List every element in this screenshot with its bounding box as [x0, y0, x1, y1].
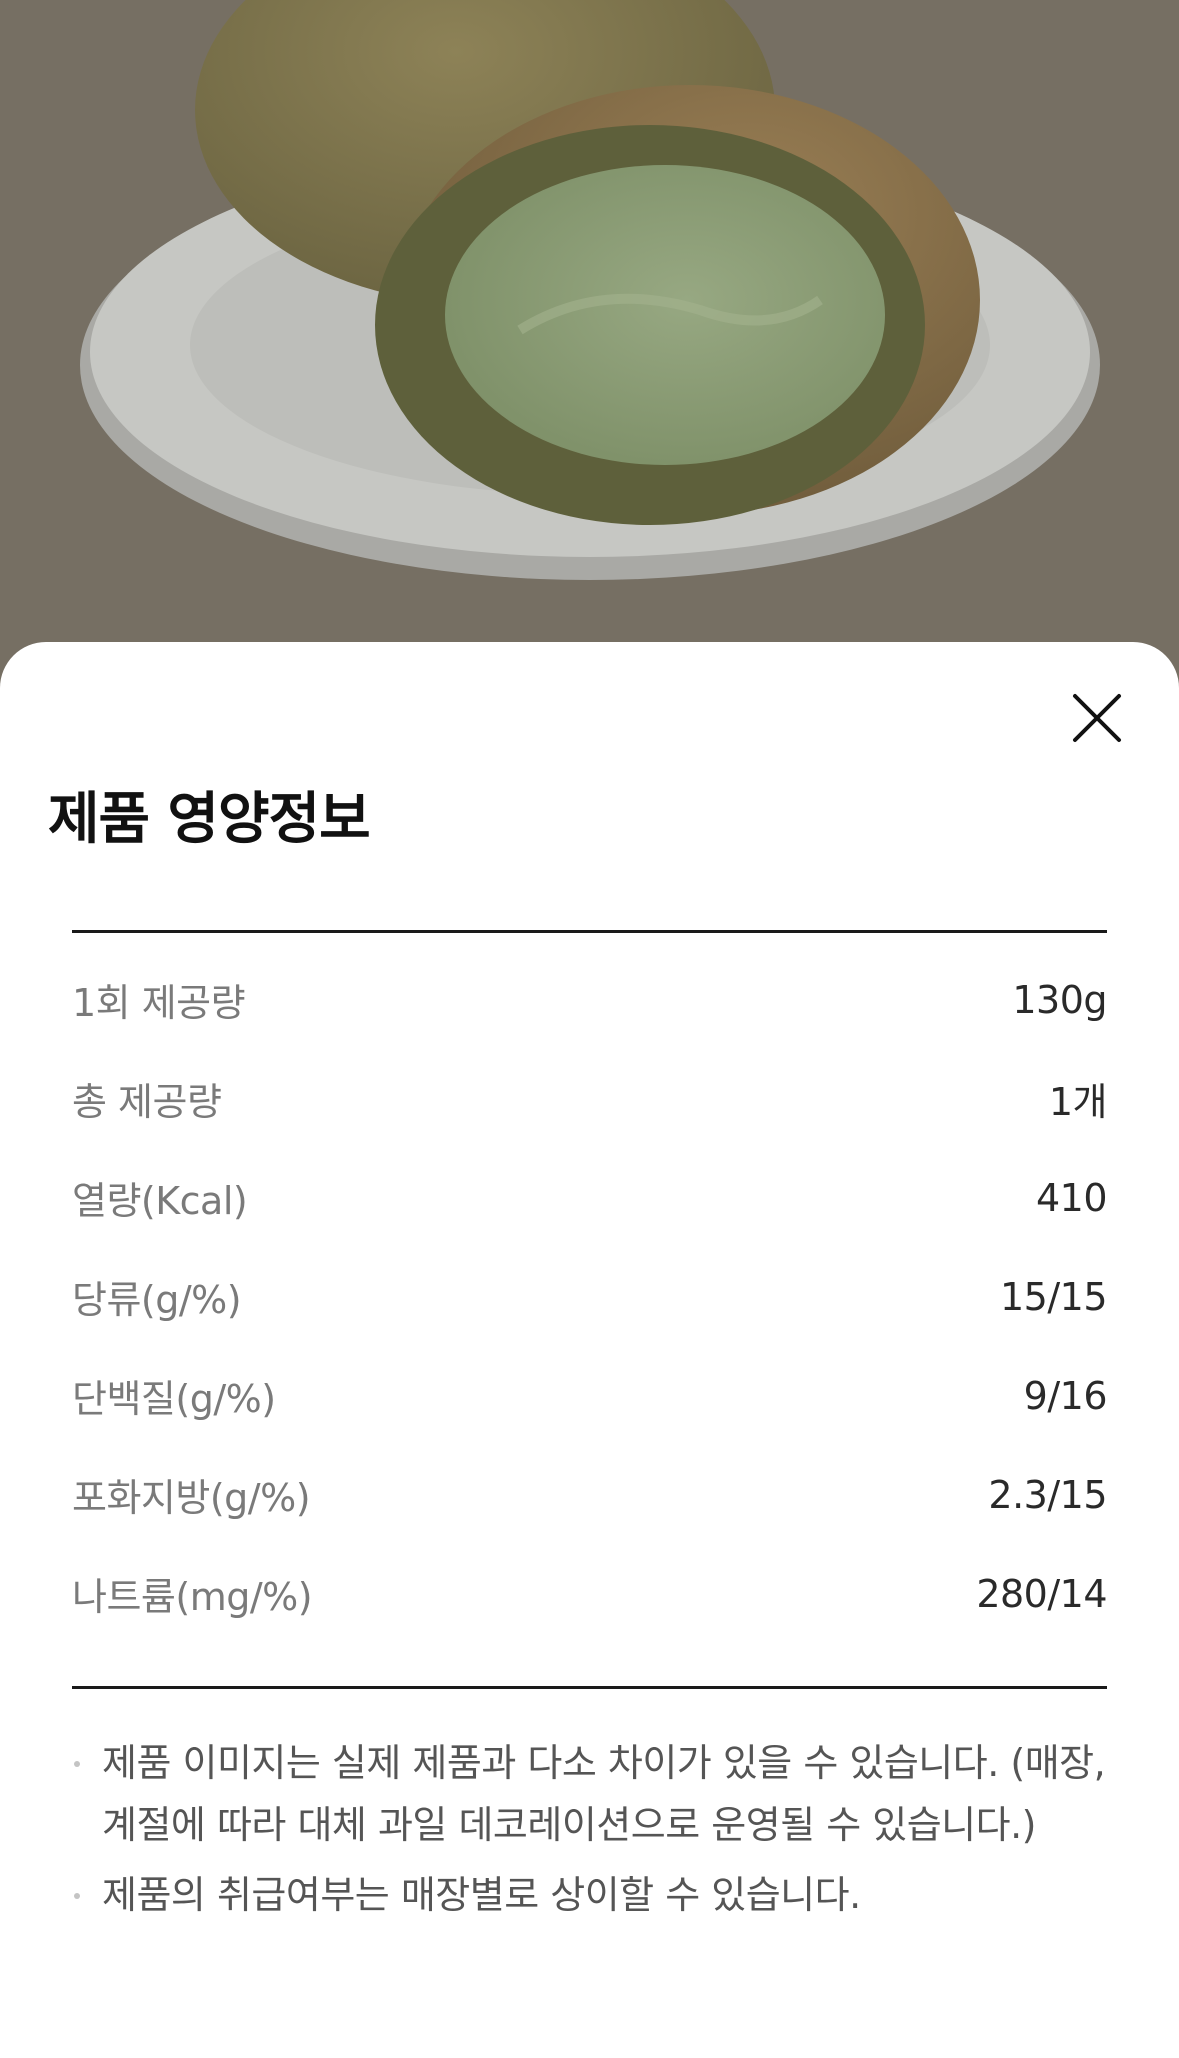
nutrition-label: 나트륨(mg/%) — [72, 1575, 313, 1619]
nutrition-value: 15/15 — [999, 1274, 1108, 1319]
nutrition-row-total: 총 제공량 1개 — [72, 1049, 1108, 1148]
nutrition-label: 포화지방(g/%) — [72, 1476, 311, 1520]
nutrition-label: 총 제공량 — [72, 1080, 222, 1124]
divider-top — [72, 930, 1107, 933]
divider-bottom — [72, 1686, 1107, 1689]
nutrition-row-sugar: 당류(g/%) 15/15 — [72, 1247, 1108, 1346]
nutrition-label: 당류(g/%) — [72, 1278, 242, 1322]
notice-list: 제품 이미지는 실제 제품과 다소 차이가 있을 수 있습니다. (매장, 계절… — [72, 1732, 1107, 1934]
notice-text: 제품의 취급여부는 매장별로 상이할 수 있습니다. — [102, 1873, 861, 1917]
sheet-title: 제품 영양정보 — [48, 787, 371, 852]
nutrition-row-saturated-fat: 포화지방(g/%) 2.3/15 — [72, 1445, 1107, 1544]
notice-item: 제품의 취급여부는 매장별로 상이할 수 있습니다. — [72, 1864, 1107, 1926]
nutrition-value: 130g — [1012, 977, 1107, 1022]
close-button[interactable] — [1067, 688, 1127, 748]
nutrition-value: 2.3/15 — [988, 1472, 1107, 1517]
nutrition-value: 410 — [1035, 1175, 1108, 1220]
close-icon — [1073, 694, 1121, 742]
nutrition-table: 1회 제공량 130g 총 제공량 1개 열량(Kcal) 410 당류(g/%… — [72, 976, 1108, 1643]
nutrition-row-calories: 열량(Kcal) 410 — [72, 1148, 1108, 1247]
notice-item: 제품 이미지는 실제 제품과 다소 차이가 있을 수 있습니다. (매장, 계절… — [72, 1732, 1107, 1856]
nutrition-value: 280/14 — [976, 1571, 1107, 1616]
nutrition-row-protein: 단백질(g/%) 9/16 — [72, 1346, 1108, 1445]
nutrition-value: 9/16 — [1023, 1373, 1108, 1418]
nutrition-row-serving: 1회 제공량 130g — [72, 950, 1107, 1049]
nutrition-value: 1개 — [1048, 1080, 1108, 1124]
screen: 제품 영양정보 1회 제공량 130g 총 제공량 1개 열량(Kcal) 41… — [0, 0, 1179, 2058]
product-photo — [0, 0, 1179, 720]
bullet-icon — [74, 1893, 80, 1899]
notice-text: 제품 이미지는 실제 제품과 다소 차이가 있을 수 있습니다. (매장, 계절… — [102, 1741, 1106, 1847]
nutrition-label: 1회 제공량 — [72, 981, 246, 1025]
nutrition-label: 열량(Kcal) — [72, 1179, 248, 1223]
nutrition-bottom-sheet: 제품 영양정보 1회 제공량 130g 총 제공량 1개 열량(Kcal) 41… — [0, 642, 1179, 2058]
nutrition-row-sodium: 나트륨(mg/%) 280/14 — [72, 1544, 1107, 1643]
nutrition-label: 단백질(g/%) — [72, 1377, 276, 1421]
bullet-icon — [74, 1761, 80, 1767]
